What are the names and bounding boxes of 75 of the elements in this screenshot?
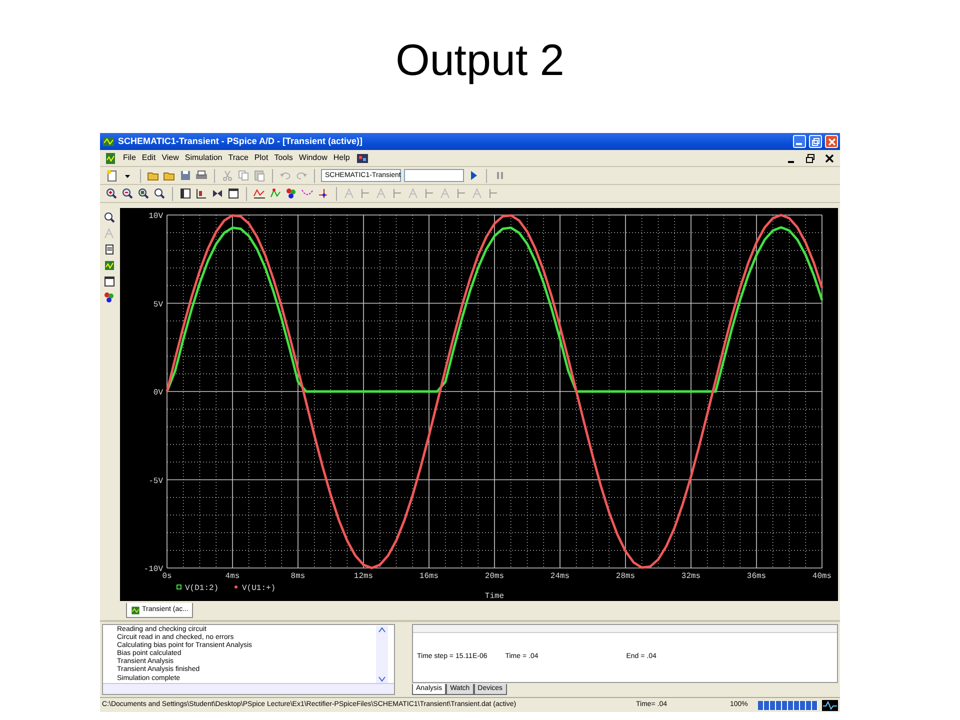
zoom-area-icon[interactable] [137,187,150,200]
minimize-button[interactable] [793,135,806,148]
zoom-out-icon[interactable] [121,187,134,200]
scroll-down-icon[interactable] [378,675,386,683]
help-icon[interactable] [356,152,369,164]
y-tick-label: 10V [148,212,163,221]
marker-tool-icon[interactable] [423,187,436,200]
slide-title: Output 2 [396,35,564,88]
input-field[interactable] [404,169,464,182]
color-dots-icon[interactable] [285,187,298,200]
copy-icon[interactable] [237,169,250,182]
y-tick-label: 0V [153,388,163,398]
x-tick-label: 24ms [550,572,570,581]
restore-icon [812,138,820,146]
y-tick-label: -10V [144,565,163,574]
marker-icon[interactable] [269,187,282,200]
zoom-fit-icon[interactable] [102,211,116,224]
marker-tool-icon[interactable] [455,187,468,200]
scroll-up-icon[interactable] [378,626,386,634]
menu-item[interactable]: Help [333,152,350,164]
menu-item[interactable]: Edit [142,152,156,164]
new-file-icon[interactable] [105,169,118,182]
x-tick-label: 12ms [354,572,374,581]
cursor-icon[interactable] [317,187,330,200]
restore-icon[interactable] [804,152,817,164]
x-tick-label: 8ms [290,572,306,581]
menu-item[interactable]: Trace [228,152,248,164]
x-tick-label: 40ms [812,572,832,581]
menu-item[interactable]: Plot [254,152,268,164]
print-icon[interactable] [195,169,208,182]
chart-window-icon[interactable] [102,259,116,272]
close-icon [828,138,836,146]
horizontal-scrollbar[interactable] [103,683,394,694]
x-tick-label: 20ms [484,572,504,581]
graph-icon[interactable] [253,187,266,200]
menu-item[interactable]: Tools [274,152,293,164]
marker-tool-icon[interactable] [487,187,500,200]
marker-tool-icon[interactable] [391,187,404,200]
y-tick-label: -5V [148,476,163,486]
menu-item[interactable]: Window [298,152,328,164]
paste-icon[interactable] [253,169,266,182]
doc-icon[interactable] [102,243,116,256]
window-icon[interactable] [227,187,240,200]
panel-icon[interactable] [179,187,192,200]
marker-tool-icon[interactable] [359,187,372,200]
close-icon[interactable] [823,152,836,164]
menu-item[interactable]: View [162,152,179,164]
legend-label: V(D1:2) [185,584,219,593]
x-tick-label: 0s [162,572,172,581]
axis-icon[interactable] [195,187,208,200]
window-title: SCHEMATIC1-Transient - PSpice A/D - [Transient (active)] [118,134,363,148]
x-tick-label: 32ms [681,572,701,581]
document-icon [104,152,117,164]
y-tick-label: 5V [153,300,163,310]
window-icon[interactable] [102,275,116,288]
chart-window-icon [131,606,140,614]
legend-label: V(U1:+) [242,584,276,593]
color-dots-icon[interactable] [102,291,116,304]
x-axis-title: Time [484,592,504,601]
menu-item[interactable]: File [123,152,136,164]
waveform-icon [822,700,838,710]
vertical-scrollbar[interactable] [376,626,388,683]
x-tick-label: 28ms [616,572,636,581]
save-icon[interactable] [179,169,192,182]
app-icon [102,135,115,148]
bowtie-icon[interactable] [211,187,224,200]
close-button[interactable] [825,135,838,148]
x-tick-label: 16ms [419,572,439,581]
progress-bar [758,700,818,710]
zoom-in-icon[interactable] [105,187,118,200]
x-tick-label: 4ms [225,572,240,581]
zoom-fit-icon[interactable] [153,187,166,200]
maximize-button[interactable] [809,135,822,148]
menu-item[interactable]: Simulation [184,152,222,164]
x-tick-label: 36ms [746,572,766,581]
